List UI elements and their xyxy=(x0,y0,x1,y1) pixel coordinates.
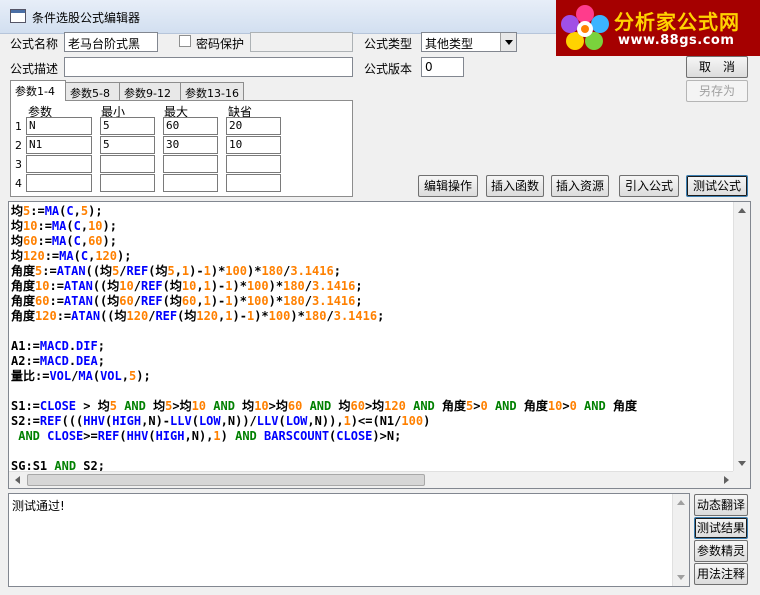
formula-type-select[interactable]: 其他类型 xyxy=(421,32,517,52)
scroll-down-icon[interactable] xyxy=(677,575,685,580)
code-line[interactable]: 角度60:=ATAN((均60/REF(均60,1)-1)*100)*180/3… xyxy=(11,294,736,309)
code-line[interactable] xyxy=(11,444,736,459)
insert-resource-button[interactable]: 插入资源 xyxy=(551,175,609,197)
param-min-cell[interactable]: 5 xyxy=(100,117,155,135)
code-line[interactable]: A2:=MACD.DEA; xyxy=(11,354,736,369)
param-max-cell[interactable] xyxy=(163,155,218,173)
code-line[interactable] xyxy=(11,324,736,339)
code-line[interactable]: 角度120:=ATAN((均120/REF(均120,1)-1)*100)*18… xyxy=(11,309,736,324)
param-default-cell[interactable] xyxy=(226,174,281,192)
dropdown-arrow-icon[interactable] xyxy=(500,33,516,51)
code-line[interactable]: 量比:=VOL/MA(VOL,5); xyxy=(11,369,736,384)
code-line[interactable] xyxy=(11,384,736,399)
test-output-area[interactable]: 测试通过! xyxy=(8,493,690,587)
param-name-cell[interactable]: N1 xyxy=(26,136,92,154)
code-line[interactable]: 均10:=MA(C,10); xyxy=(11,219,736,234)
param-max-cell[interactable]: 60 xyxy=(163,117,218,135)
code-line[interactable]: A1:=MACD.DIF; xyxy=(11,339,736,354)
code-line[interactable]: 角度10:=ATAN((均10/REF(均10,1)-1)*100)*180/3… xyxy=(11,279,736,294)
code-line[interactable]: 角度5:=ATAN((均5/REF(均5,1)-1)*100)*180/3.14… xyxy=(11,264,736,279)
tab-params-13-16[interactable]: 参数13-16 xyxy=(180,82,244,101)
code-editor[interactable]: 均5:=MA(C,5); 均10:=MA(C,10); 均60:=MA(C,60);… xyxy=(8,201,751,489)
formula-version-label: 公式版本 xyxy=(364,62,413,76)
param-min-cell[interactable] xyxy=(100,155,155,173)
import-formula-button[interactable]: 引入公式 xyxy=(619,175,679,197)
param-min-cell[interactable] xyxy=(100,174,155,192)
save-as-button[interactable]: 另存为 xyxy=(686,80,748,102)
param-name-cell[interactable]: N xyxy=(26,117,92,135)
formula-desc-label: 公式描述 xyxy=(10,62,59,76)
formula-type-label: 公式类型 xyxy=(364,37,413,51)
password-input[interactable] xyxy=(250,32,353,52)
tab-params-9-12[interactable]: 参数9-12 xyxy=(119,82,181,101)
param-max-cell[interactable]: 30 xyxy=(163,136,218,154)
param-default-cell[interactable] xyxy=(226,155,281,173)
logo-title: 分析家公式网 xyxy=(614,10,740,34)
param-row-number: 2 xyxy=(15,139,22,152)
scrollbar-corner xyxy=(733,471,750,488)
formula-name-label: 公式名称 xyxy=(10,37,59,51)
param-row-number: 1 xyxy=(15,120,22,133)
formula-name-input[interactable]: 老马台阶式黑 xyxy=(64,32,158,52)
test-formula-button[interactable]: 测试公式 xyxy=(686,175,748,197)
code-line[interactable]: S2:=REF(((HHV(HIGH,N)-LLV(LOW,N))/LLV(LO… xyxy=(11,414,736,429)
scroll-right-icon[interactable] xyxy=(724,476,729,484)
app-icon xyxy=(10,9,26,23)
scroll-left-icon[interactable] xyxy=(15,476,20,484)
output-vertical-scrollbar[interactable] xyxy=(672,494,689,586)
editor-horizontal-scrollbar[interactable] xyxy=(9,471,735,488)
scroll-up-icon[interactable] xyxy=(738,208,746,213)
scroll-up-icon[interactable] xyxy=(677,500,685,505)
tab-params-5-8[interactable]: 参数5-8 xyxy=(65,82,120,101)
param-wizard-button[interactable]: 参数精灵 xyxy=(694,540,748,562)
code-line[interactable]: AND CLOSE>=REF(HHV(HIGH,N),1) AND BARSCO… xyxy=(11,429,736,444)
param-row-number: 3 xyxy=(15,158,22,171)
param-default-cell[interactable]: 10 xyxy=(226,136,281,154)
horizontal-scroll-thumb[interactable] xyxy=(27,474,425,486)
cancel-button[interactable]: 取 消 xyxy=(686,56,748,78)
param-min-cell[interactable]: 5 xyxy=(100,136,155,154)
edit-ops-button[interactable]: 编辑操作 xyxy=(418,175,478,197)
password-label: 密码保护 xyxy=(196,37,245,51)
insert-function-button[interactable]: 插入函数 xyxy=(486,175,544,197)
param-grid: 参数 最小 最大 缺省 1 N 5 60 20 2 N1 5 30 10 3 4 xyxy=(10,100,353,197)
formula-version-input[interactable]: 0 xyxy=(421,57,464,77)
flower-logo-icon xyxy=(561,5,609,50)
window-title: 条件选股公式编辑器 xyxy=(32,11,141,25)
dynamic-translate-button[interactable]: 动态翻译 xyxy=(694,494,748,516)
code-line[interactable]: 均120:=MA(C,120); xyxy=(11,249,736,264)
formula-desc-input[interactable] xyxy=(64,57,353,77)
tab-params-1-4[interactable]: 参数1-4 xyxy=(10,80,66,101)
test-result-button[interactable]: 测试结果 xyxy=(694,517,748,539)
param-row-number: 4 xyxy=(15,177,22,190)
code-line[interactable]: 均5:=MA(C,5); xyxy=(11,204,736,219)
code-line[interactable]: 均60:=MA(C,60); xyxy=(11,234,736,249)
logo-url: www.88gs.com xyxy=(618,33,735,48)
param-default-cell[interactable]: 20 xyxy=(226,117,281,135)
param-name-cell[interactable] xyxy=(26,155,92,173)
formula-type-value: 其他类型 xyxy=(425,37,474,51)
usage-notes-button[interactable]: 用法注释 xyxy=(694,563,748,585)
param-max-cell[interactable] xyxy=(163,174,218,192)
editor-vertical-scrollbar[interactable] xyxy=(733,202,750,472)
test-output-text: 测试通过! xyxy=(12,499,65,513)
code-text[interactable]: 均5:=MA(C,5); 均10:=MA(C,10); 均60:=MA(C,60);… xyxy=(11,204,736,472)
code-line[interactable]: S1:=CLOSE > 均5 AND 均5>均10 AND 均10>均60 AN… xyxy=(11,399,736,414)
param-name-cell[interactable] xyxy=(26,174,92,192)
password-checkbox[interactable] xyxy=(179,35,191,47)
site-logo: 分析家公式网 www.88gs.com xyxy=(556,0,760,56)
scroll-down-icon[interactable] xyxy=(738,461,746,466)
